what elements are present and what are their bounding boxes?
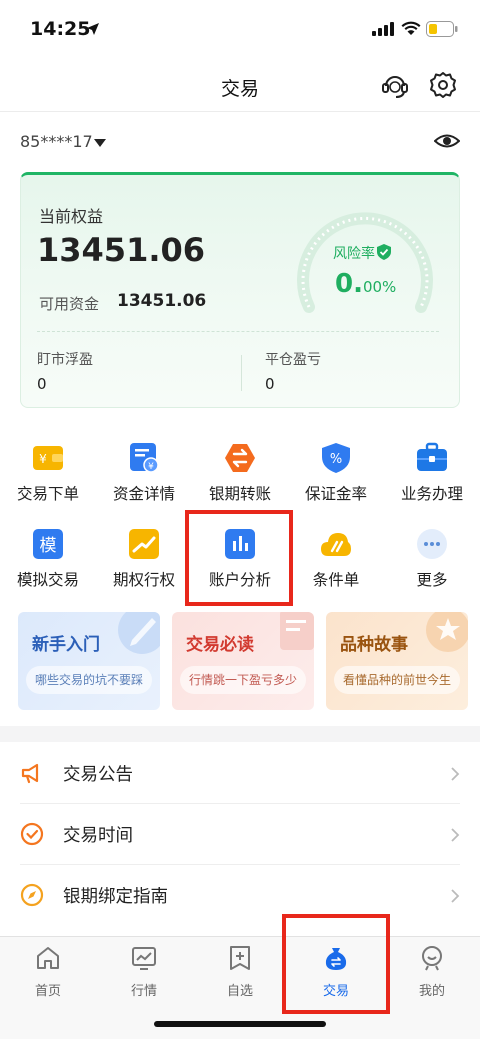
svg-text:¥: ¥ <box>148 462 154 472</box>
close-pnl-value: 0 <box>265 375 275 393</box>
list-item-bank-binding-guide[interactable]: 银期绑定指南 <box>0 864 480 926</box>
account-id: 85****17 <box>20 132 93 151</box>
promo-must-read[interactable]: 交易必读 行情跳一下盈亏多少 <box>172 612 314 710</box>
func-more[interactable]: 更多 <box>384 528 480 608</box>
customer-service-icon[interactable] <box>380 70 410 100</box>
shield-check-icon <box>377 244 391 260</box>
func-trade-order[interactable]: ¥ 交易下单 <box>0 442 96 522</box>
battery-icon <box>426 21 458 37</box>
risk-rate-sub: 00% <box>362 278 397 296</box>
chevron-right-icon <box>451 889 460 903</box>
func-option-exercise[interactable]: 期权行权 <box>96 528 192 608</box>
list-item-announcement[interactable]: 交易公告 <box>0 742 480 804</box>
eye-icon[interactable] <box>434 130 460 152</box>
equity-label: 当前权益 <box>39 207 104 226</box>
tab-label: 行情 <box>130 984 157 999</box>
promo-beginner[interactable]: 新手入门 哪些交易的坑不要踩 <box>18 612 160 710</box>
promo-title: 新手入门 <box>32 635 100 655</box>
highlight-account-analysis <box>185 510 293 606</box>
status-bar: 14:25 <box>0 0 480 60</box>
status-time: 14:25 <box>30 18 91 40</box>
watchlist-icon <box>230 946 250 970</box>
star-badge-icon <box>426 612 468 652</box>
func-label: 资金详情 <box>112 485 175 503</box>
close-pnl-label: 平仓盈亏 <box>265 352 321 368</box>
simulate-icon: 模 <box>33 529 63 559</box>
chart-icon <box>132 947 156 970</box>
promo-subtitle: 哪些交易的坑不要踩 <box>26 666 152 694</box>
float-pnl-value: 0 <box>37 375 47 393</box>
home-indicator <box>154 1021 326 1027</box>
highlight-trade-tab <box>282 914 390 1014</box>
func-label: 交易下单 <box>16 485 79 503</box>
available-funds-label: 可用资金 <box>39 295 100 313</box>
wifi-icon <box>401 21 421 35</box>
clock-check-icon <box>20 822 44 846</box>
chevron-right-icon <box>451 828 460 842</box>
risk-rate-value: 0.00% <box>335 269 396 299</box>
func-label: 期权行权 <box>112 571 175 589</box>
svg-text:¥: ¥ <box>39 452 47 466</box>
tab-market[interactable]: 行情 <box>96 945 192 1003</box>
home-icon <box>37 947 59 969</box>
equity-card: 当前权益 13451.06 可用资金 13451.06 风险率 0.00% 盯市… <box>20 172 460 408</box>
float-pnl-label: 盯市浮盈 <box>37 352 93 368</box>
more-icon <box>417 529 447 559</box>
promo-title: 交易必读 <box>186 635 254 655</box>
card-divider <box>37 331 439 332</box>
available-funds-value: 13451.06 <box>117 291 207 311</box>
caret-down-icon <box>94 139 106 147</box>
order-icon: ¥ <box>33 446 63 470</box>
svg-text:模: 模 <box>40 536 57 556</box>
location-arrow-icon <box>87 23 99 35</box>
risk-rate-label: 风险率 <box>333 246 375 262</box>
func-business[interactable]: 业务办理 <box>384 442 480 522</box>
func-margin-rate[interactable]: % 保证金率 <box>288 442 384 522</box>
promo-product-story[interactable]: 品种故事 看懂品种的前世今生 <box>326 612 468 710</box>
funds-detail-icon: ¥ <box>130 443 159 473</box>
func-label: 条件单 <box>312 571 360 589</box>
card-separator <box>241 355 242 391</box>
tab-watchlist[interactable]: 自选 <box>192 945 288 1003</box>
tab-label: 自选 <box>226 984 253 999</box>
tab-profile[interactable]: 我的 <box>384 945 480 1003</box>
promo-title: 品种故事 <box>340 635 408 655</box>
pen-icon <box>118 612 160 654</box>
list-item-trading-hours[interactable]: 交易时间 <box>0 803 480 865</box>
gear-icon[interactable] <box>428 70 458 100</box>
func-label: 业务办理 <box>400 485 463 503</box>
briefcase-icon <box>417 442 447 471</box>
section-gap <box>0 726 480 742</box>
compass-icon <box>20 883 44 907</box>
svg-text:%: % <box>330 452 342 467</box>
megaphone-icon <box>21 763 39 784</box>
tab-home[interactable]: 首页 <box>0 945 96 1003</box>
nav-header: 交易 <box>0 60 480 112</box>
func-conditional-order[interactable]: 条件单 <box>288 528 384 608</box>
transfer-icon <box>225 444 255 472</box>
tab-label: 首页 <box>34 984 61 999</box>
tab-label: 我的 <box>418 984 445 999</box>
list-label: 银期绑定指南 <box>63 887 168 907</box>
profile-icon <box>422 946 442 971</box>
list-label: 交易公告 <box>63 765 133 785</box>
func-funds-detail[interactable]: ¥ 资金详情 <box>96 442 192 522</box>
option-exercise-icon <box>129 529 159 559</box>
func-label: 银期转账 <box>208 485 271 503</box>
func-label: 更多 <box>416 571 448 589</box>
equity-value: 13451.06 <box>37 231 206 269</box>
promo-subtitle: 看懂品种的前世今生 <box>334 666 460 694</box>
signal-icon <box>372 22 394 36</box>
conditional-order-icon <box>321 533 351 556</box>
func-simulate[interactable]: 模 模拟交易 <box>0 528 96 608</box>
func-label: 保证金率 <box>304 485 367 503</box>
account-selector[interactable]: 85****17 <box>20 130 460 156</box>
margin-rate-icon: % <box>322 443 350 473</box>
document-icon <box>280 612 314 650</box>
func-label: 模拟交易 <box>16 571 79 589</box>
chevron-right-icon <box>451 767 460 781</box>
list-label: 交易时间 <box>63 826 133 846</box>
risk-rate-main: 0. <box>335 269 363 299</box>
promo-subtitle: 行情跳一下盈亏多少 <box>180 666 306 694</box>
